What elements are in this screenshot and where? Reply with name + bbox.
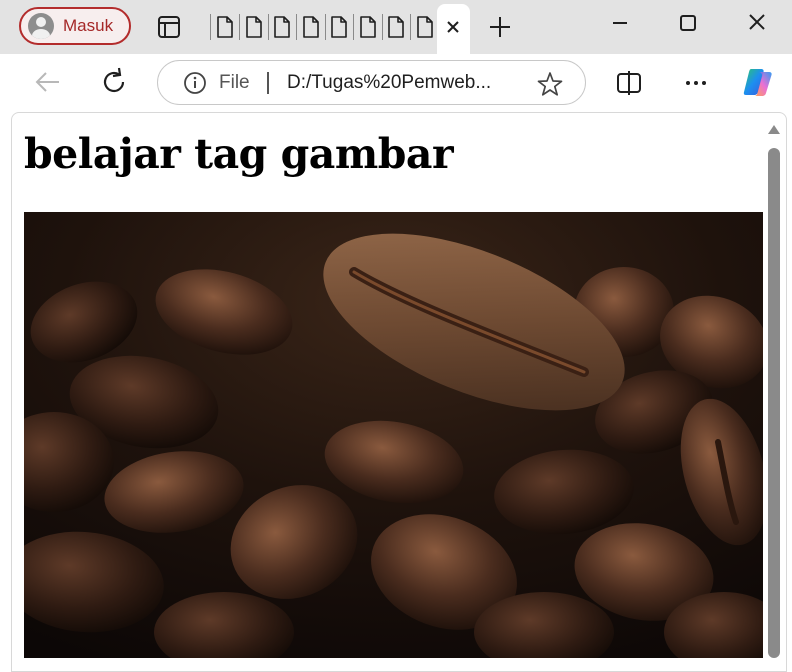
tab-separator bbox=[239, 14, 240, 40]
page-tab-icon[interactable] bbox=[273, 14, 291, 40]
scheme-label: File bbox=[219, 72, 250, 93]
window-close-icon[interactable] bbox=[740, 10, 774, 38]
more-icon[interactable] bbox=[679, 66, 713, 100]
page-tab-icon[interactable] bbox=[330, 14, 348, 40]
address-separator bbox=[267, 72, 269, 94]
profile-label: Masuk bbox=[63, 16, 114, 35]
page-tab-icon[interactable] bbox=[216, 14, 234, 40]
tab-actions-icon[interactable] bbox=[156, 14, 182, 40]
back-icon[interactable] bbox=[31, 65, 65, 99]
coffee-beans-image bbox=[24, 212, 763, 658]
copilot-icon[interactable] bbox=[741, 65, 775, 99]
minimize-icon[interactable] bbox=[603, 10, 637, 38]
tab-separator bbox=[210, 14, 211, 40]
page-tab-icon[interactable] bbox=[359, 14, 377, 40]
page-tab-icon[interactable] bbox=[387, 14, 405, 40]
close-tab-icon[interactable] bbox=[440, 14, 466, 40]
avatar-icon bbox=[28, 13, 54, 39]
tab-separator bbox=[410, 14, 411, 40]
page-heading: belajar tag gambar bbox=[24, 130, 454, 178]
tab-separator bbox=[296, 14, 297, 40]
maximize-icon[interactable] bbox=[671, 10, 705, 38]
page-tab-icon[interactable] bbox=[302, 14, 320, 40]
tab-separator bbox=[381, 14, 383, 40]
url-text[interactable]: D:/Tugas%20Pemweb... bbox=[287, 71, 491, 95]
refresh-icon[interactable] bbox=[97, 65, 131, 99]
scroll-thumb[interactable] bbox=[768, 148, 780, 658]
split-screen-icon[interactable] bbox=[612, 66, 646, 100]
tab-separator bbox=[324, 14, 326, 40]
scroll-up-icon[interactable] bbox=[767, 124, 781, 136]
new-tab-icon[interactable] bbox=[485, 12, 515, 42]
profile-button[interactable]: Masuk bbox=[19, 7, 131, 45]
page-tab-icon[interactable] bbox=[245, 14, 263, 40]
favorite-star-icon[interactable] bbox=[536, 70, 564, 98]
tab-separator bbox=[353, 14, 354, 40]
page-tab-icon[interactable] bbox=[416, 14, 434, 40]
tab-separator bbox=[267, 14, 269, 40]
info-icon[interactable] bbox=[183, 71, 207, 95]
